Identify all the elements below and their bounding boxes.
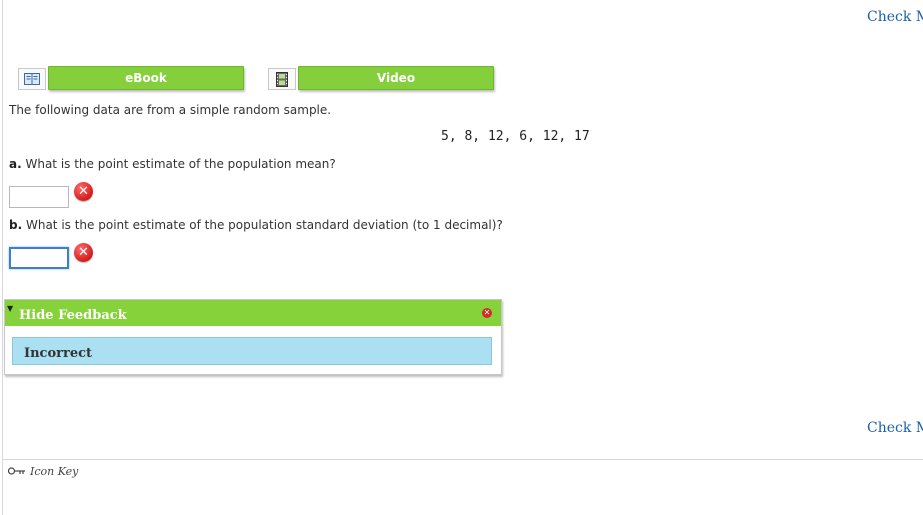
question-a: a. What is the point estimate of the pop… — [9, 157, 336, 171]
question-b: b. What is the point estimate of the pop… — [9, 218, 503, 232]
question-a-letter: a. — [9, 157, 22, 171]
question-b-letter: b. — [9, 218, 23, 232]
check-my-work-link-bottom[interactable]: Check My Work — [867, 420, 923, 436]
feedback-header-label: Hide Feedback — [19, 308, 127, 323]
close-icon[interactable]: ✕ — [482, 308, 492, 318]
feedback-panel: ▼ Hide Feedback ✕ Incorrect — [4, 299, 502, 375]
icon-key-link[interactable]: Icon Key — [7, 465, 79, 478]
left-border — [2, 0, 3, 515]
video-button[interactable]: Video — [298, 66, 494, 90]
question-b-text: What is the point estimate of the popula… — [25, 218, 503, 232]
ebook-button[interactable]: eBook — [48, 66, 244, 90]
feedback-message-box: Incorrect — [12, 337, 492, 365]
check-my-work-link-top[interactable]: Check My Work — [867, 9, 923, 25]
hide-feedback-toggle[interactable]: ▼ Hide Feedback ✕ — [5, 300, 501, 326]
sample-data-values: 5, 8, 12, 6, 12, 17 — [441, 129, 590, 144]
key-icon — [7, 465, 26, 478]
answer-a-input[interactable] — [9, 186, 69, 208]
film-icon[interactable] — [268, 68, 296, 90]
incorrect-icon: ✕ — [74, 243, 93, 262]
footer-divider — [2, 459, 923, 460]
feedback-message: Incorrect — [24, 346, 93, 361]
problem-intro: The following data are from a simple ran… — [9, 103, 332, 117]
incorrect-icon: ✕ — [74, 182, 93, 201]
question-a-text: What is the point estimate of the popula… — [25, 157, 336, 171]
book-icon[interactable] — [18, 68, 46, 90]
icon-key-label: Icon Key — [30, 465, 79, 478]
answer-b-input[interactable] — [9, 247, 69, 269]
caret-down-icon: ▼ — [7, 304, 14, 313]
